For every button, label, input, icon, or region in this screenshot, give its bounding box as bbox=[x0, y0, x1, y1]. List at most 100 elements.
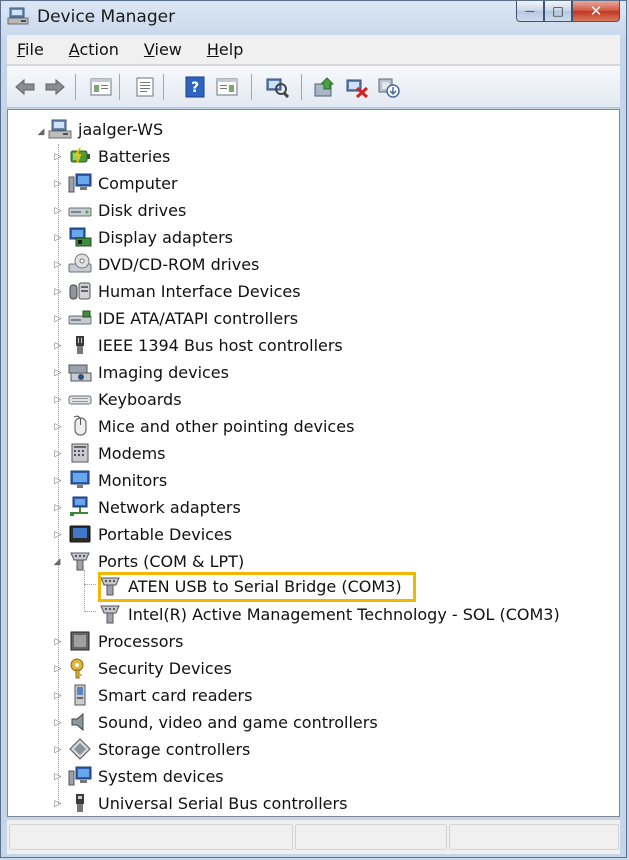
minimize-button[interactable]: — bbox=[516, 1, 544, 22]
tree-item-smart-card-readers[interactable]: Smart card readers bbox=[68, 682, 252, 708]
tree-item-ieee-1394-bus-host-controllers[interactable]: IEEE 1394 Bus host controllers bbox=[68, 332, 343, 358]
status-cell bbox=[9, 824, 293, 850]
expand-arrow-icon[interactable]: ▷ bbox=[53, 664, 63, 674]
expand-arrow-icon[interactable]: ▷ bbox=[53, 422, 63, 432]
tree-item-system-devices[interactable]: System devices bbox=[68, 763, 224, 789]
tree-connector-line bbox=[84, 584, 96, 585]
toolbar-separator bbox=[301, 74, 302, 100]
back-button[interactable] bbox=[13, 75, 37, 99]
menu-file-accelerator: F bbox=[17, 40, 26, 59]
tree-item-modems[interactable]: Modems bbox=[68, 440, 166, 466]
tree-item-network-adapters[interactable]: Network adapters bbox=[68, 494, 241, 520]
expand-arrow-icon[interactable]: ▷ bbox=[53, 449, 63, 459]
expand-arrow-icon[interactable]: ▷ bbox=[53, 503, 63, 513]
uninstall-button[interactable] bbox=[345, 75, 369, 99]
status-bar bbox=[7, 819, 620, 854]
expand-arrow-icon[interactable]: ▷ bbox=[53, 691, 63, 701]
tree-item-processors[interactable]: Processors bbox=[68, 628, 183, 654]
tree-item-label: Mice and other pointing devices bbox=[98, 416, 355, 436]
tree-connector-line bbox=[58, 144, 59, 804]
keyboard-icon bbox=[68, 395, 92, 405]
tree-item-computer[interactable]: Computer bbox=[68, 170, 178, 196]
tree-item-portable-devices[interactable]: Portable Devices bbox=[68, 521, 232, 547]
expand-arrow-icon[interactable]: ▷ bbox=[53, 476, 63, 486]
system-devices-icon bbox=[68, 766, 92, 786]
menu-help-accelerator: H bbox=[206, 40, 219, 59]
tree-item-label: DVD/CD-ROM drives bbox=[98, 254, 260, 274]
disable-device-icon bbox=[378, 78, 400, 98]
close-button[interactable]: ✕ bbox=[572, 1, 620, 22]
root-collapse-arrow-icon[interactable]: ◢ bbox=[36, 127, 46, 137]
svg-text:?: ? bbox=[191, 80, 199, 96]
expand-arrow-icon[interactable]: ▷ bbox=[53, 341, 63, 351]
scan-hardware-button[interactable] bbox=[265, 75, 289, 99]
title-bar[interactable]: Device Manager — □ ✕ bbox=[1, 1, 626, 33]
menu-action[interactable]: Action bbox=[69, 40, 119, 59]
help-icon: ? bbox=[185, 76, 205, 98]
expand-arrow-icon[interactable]: ▷ bbox=[53, 368, 63, 378]
expand-arrow-icon[interactable]: ▷ bbox=[53, 395, 63, 405]
expand-arrow-icon[interactable]: ▷ bbox=[53, 287, 63, 297]
expand-arrow-icon[interactable]: ▷ bbox=[53, 152, 63, 162]
menu-file[interactable]: File bbox=[17, 40, 44, 59]
expand-arrow-icon[interactable]: ▷ bbox=[53, 260, 63, 270]
tree-item-label: Smart card readers bbox=[98, 685, 253, 705]
tree-item-human-interface-devices[interactable]: Human Interface Devices bbox=[68, 278, 301, 304]
tree-item-batteries[interactable]: Batteries bbox=[68, 143, 170, 169]
expand-arrow-icon[interactable]: ▷ bbox=[53, 637, 63, 647]
tree-child-intel-amt-sol[interactable]: Intel(R) Active Management Technology - … bbox=[98, 601, 560, 627]
tree-item-label: Monitors bbox=[98, 470, 168, 490]
tree-item-label: IEEE 1394 Bus host controllers bbox=[98, 335, 343, 355]
menu-view-accelerator: V bbox=[143, 40, 155, 59]
expand-arrow-icon[interactable]: ▷ bbox=[53, 772, 63, 782]
tree-item-monitors[interactable]: Monitors bbox=[68, 467, 167, 493]
tree-root-label: jaalger-WS bbox=[78, 119, 164, 139]
tree-item-label: Sound, video and game controllers bbox=[98, 712, 378, 732]
modem-icon bbox=[71, 443, 89, 463]
show-hide-action-pane-button[interactable] bbox=[215, 75, 239, 99]
expand-arrow-icon[interactable]: ▷ bbox=[53, 745, 63, 755]
expand-arrow-icon[interactable]: ▷ bbox=[53, 530, 63, 540]
tree-item-universal-serial-bus-controllers[interactable]: Universal Serial Bus controllers bbox=[68, 790, 347, 816]
collapse-arrow-icon[interactable]: ◢ bbox=[52, 557, 62, 567]
tree-item-disk-drives[interactable]: Disk drives bbox=[68, 197, 186, 223]
forward-button[interactable] bbox=[43, 75, 67, 99]
ide-controller-icon bbox=[68, 310, 92, 325]
tree-item-dvd-cd-rom-drives[interactable]: DVD/CD-ROM drives bbox=[68, 251, 259, 277]
tree-item-mice-and-other-pointing-devices[interactable]: Mice and other pointing devices bbox=[68, 413, 354, 439]
expand-arrow-icon[interactable]: ▷ bbox=[53, 206, 63, 216]
expand-arrow-icon[interactable]: ▷ bbox=[53, 179, 63, 189]
expand-arrow-icon[interactable]: ▷ bbox=[53, 718, 63, 728]
tree-item-label: System devices bbox=[98, 766, 224, 786]
tree-item-label: Security Devices bbox=[98, 658, 232, 678]
device-tree-view[interactable]: ◢ jaalger-WS ▷ Batteries ▷ Computer ▷ Di… bbox=[7, 109, 620, 817]
tree-item-sound-video-game-controllers[interactable]: Sound, video and game controllers bbox=[68, 709, 378, 735]
tree-item-keyboards[interactable]: Keyboards bbox=[68, 386, 182, 412]
tree-item-storage-controllers[interactable]: Storage controllers bbox=[68, 736, 250, 762]
update-driver-button[interactable] bbox=[313, 75, 337, 99]
maximize-button[interactable]: □ bbox=[544, 1, 572, 22]
hid-icon bbox=[69, 282, 91, 300]
device-manager-window: Device Manager — □ ✕ File Action View He… bbox=[0, 0, 627, 858]
tree-item-ide-ata-atapi-controllers[interactable]: IDE ATA/ATAPI controllers bbox=[68, 305, 298, 331]
properties-button[interactable] bbox=[133, 75, 157, 99]
tree-item-ports-com-lpt[interactable]: Ports (COM & LPT) bbox=[68, 548, 244, 574]
tree-item-imaging-devices[interactable]: Imaging devices bbox=[68, 359, 229, 385]
tree-root-node[interactable]: jaalger-WS bbox=[48, 116, 163, 142]
toolbar-separator bbox=[163, 74, 164, 100]
menu-action-accelerator: A bbox=[68, 40, 80, 59]
help-button[interactable]: ? bbox=[183, 75, 207, 99]
tree-item-label: Display adapters bbox=[98, 227, 234, 247]
maximize-icon: □ bbox=[552, 4, 564, 18]
tree-item-display-adapters[interactable]: Display adapters bbox=[68, 224, 233, 250]
expand-arrow-icon[interactable]: ▷ bbox=[53, 799, 63, 809]
expand-arrow-icon[interactable]: ▷ bbox=[53, 314, 63, 324]
tree-item-label: Ports (COM & LPT) bbox=[98, 551, 245, 571]
disable-device-button[interactable] bbox=[377, 75, 401, 99]
menu-help[interactable]: Help bbox=[207, 40, 243, 59]
menu-view[interactable]: View bbox=[144, 40, 182, 59]
expand-arrow-icon[interactable]: ▷ bbox=[53, 233, 63, 243]
menu-view-label: iew bbox=[154, 40, 182, 59]
show-hide-console-tree-button[interactable] bbox=[89, 75, 113, 99]
tree-item-security-devices[interactable]: Security Devices bbox=[68, 655, 232, 681]
